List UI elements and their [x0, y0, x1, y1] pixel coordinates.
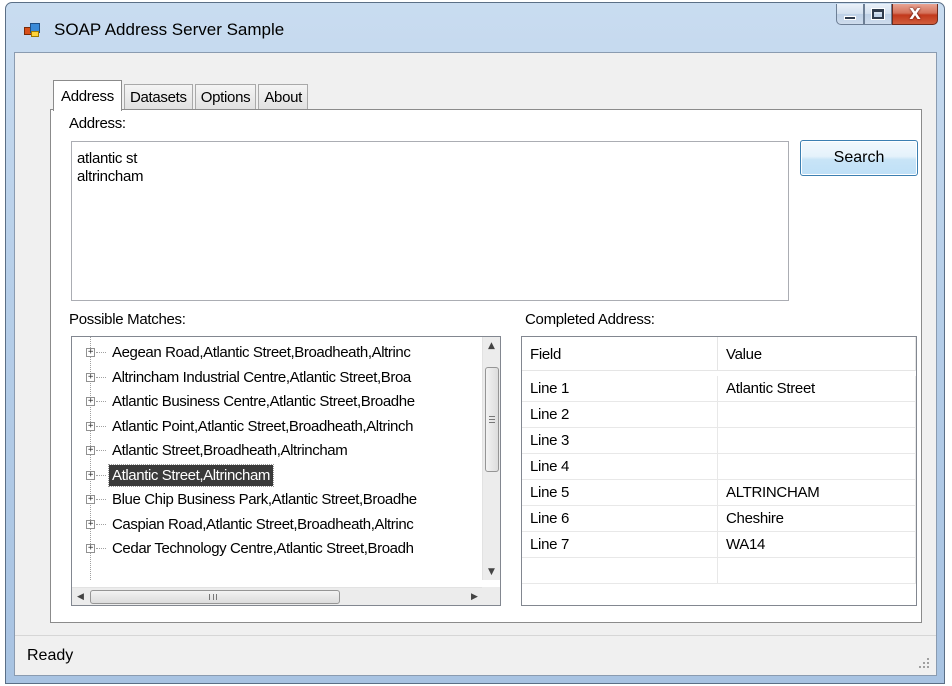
table-row[interactable]	[522, 558, 916, 584]
tree-connector	[96, 523, 106, 525]
client-area: Address Datasets Options About Address: …	[14, 52, 937, 676]
vertical-scroll-thumb[interactable]	[485, 367, 499, 472]
tab-strip: Address Datasets Options About	[53, 78, 310, 111]
field-cell[interactable]: Line 4	[522, 454, 718, 479]
field-cell[interactable]: Line 7	[522, 532, 718, 557]
vertical-scrollbar[interactable]: ▲ ▼	[482, 337, 500, 580]
tab-options[interactable]: Options	[194, 84, 257, 110]
value-cell[interactable]	[718, 428, 916, 453]
table-row[interactable]: Line 1 Atlantic Street	[522, 376, 916, 402]
tree-item-label: Aegean Road,Atlantic Street,Broadheath,A…	[112, 344, 411, 361]
address-label: Address:	[69, 115, 126, 132]
grid-header: Field Value	[522, 337, 916, 371]
tree-item-label: Caspian Road,Atlantic Street,Broadheath,…	[112, 515, 414, 533]
completed-address-grid[interactable]: Field Value Line 1 Atlantic Street Line 2L…	[521, 336, 917, 606]
table-row[interactable]: Line 3	[522, 428, 916, 454]
tab-about[interactable]: About	[258, 84, 309, 110]
expand-plus-icon[interactable]: +	[86, 519, 95, 529]
title-bar[interactable]: SOAP Address Server Sample X	[6, 3, 944, 53]
scroll-down-icon[interactable]: ▼	[483, 563, 500, 580]
value-cell[interactable]	[718, 558, 916, 583]
expand-plus-icon[interactable]: +	[86, 470, 95, 480]
tree-connector	[96, 401, 106, 402]
caption-buttons: X	[836, 4, 938, 26]
status-text: Ready	[27, 647, 74, 664]
horizontal-scroll-thumb[interactable]	[90, 590, 340, 604]
app-window: SOAP Address Server Sample X Address Dat…	[5, 2, 945, 684]
field-cell[interactable]: Line 3	[522, 428, 718, 453]
tree-item-label: Altrincham Industrial Centre,Atlantic St…	[112, 368, 411, 386]
possible-matches-label: Possible Matches:	[69, 311, 186, 328]
address-line: altrincham	[77, 168, 144, 185]
tab-datasets[interactable]: Datasets	[123, 84, 193, 110]
tree-item-label: Atlantic Street,Altrincham	[108, 463, 274, 487]
address-line: atlantic st	[77, 150, 138, 167]
minimize-button[interactable]	[836, 4, 864, 25]
tree-item-label: Atlantic Point,Atlantic Street,Broadheat…	[112, 417, 414, 435]
scroll-left-icon[interactable]: ◀	[72, 588, 89, 605]
value-cell[interactable]: Cheshire	[718, 506, 916, 531]
address-tab-page: Address: atlantic st altrincham Search P…	[50, 109, 922, 623]
table-row[interactable]: Line 7 WA14	[522, 532, 916, 558]
value-cell[interactable]: Atlantic Street	[718, 376, 916, 401]
expand-plus-icon[interactable]: +	[86, 544, 95, 553]
table-row[interactable]: Line 4	[522, 454, 916, 480]
tree-connector	[96, 548, 106, 549]
scroll-corner	[482, 587, 500, 605]
field-cell[interactable]	[522, 558, 718, 583]
expand-plus-icon[interactable]: +	[86, 495, 95, 504]
possible-matches-tree[interactable]: + Aegean Road,Atlantic Street,Broadheath,…	[71, 336, 501, 606]
search-button[interactable]: Search	[800, 140, 918, 176]
expand-plus-icon[interactable]: +	[86, 446, 95, 455]
value-cell[interactable]	[718, 454, 916, 479]
address-input[interactable]: atlantic st altrincham	[71, 141, 789, 301]
minimize-icon	[844, 16, 856, 20]
scroll-right-icon[interactable]: ▶	[466, 588, 483, 605]
table-row[interactable]: Line 2	[522, 402, 916, 428]
tree-item-label: Atlantic Business Centre,Atlantic Street…	[112, 393, 415, 410]
tree-item-label: Atlantic Street,Broadheath,Altrincham	[112, 442, 348, 459]
window-title: SOAP Address Server Sample	[54, 20, 285, 39]
tab-address[interactable]: Address	[53, 80, 122, 111]
maximize-icon	[871, 8, 885, 20]
tree-connector	[96, 474, 106, 476]
value-cell[interactable]: ALTRINCHAM	[718, 480, 916, 505]
tree-item-label: Cedar Technology Centre,Atlantic Street,…	[112, 540, 414, 557]
expand-plus-icon[interactable]: +	[86, 397, 95, 406]
value-cell[interactable]: WA14	[718, 532, 916, 557]
close-button[interactable]: X	[892, 4, 938, 25]
expand-plus-icon[interactable]: +	[86, 348, 95, 357]
field-cell[interactable]: Line 2	[522, 402, 718, 427]
tree-rows: + Aegean Road,Atlantic Street,Broadheath,…	[72, 337, 483, 580]
close-icon: X	[909, 5, 921, 23]
tree-connector	[96, 499, 106, 500]
table-row[interactable]: Line 6 Cheshire	[522, 506, 916, 532]
tree-connector	[96, 450, 106, 451]
status-bar: Ready	[15, 635, 936, 675]
expand-plus-icon[interactable]: +	[86, 372, 95, 382]
column-header-value[interactable]: Value	[718, 337, 916, 371]
expand-plus-icon[interactable]: +	[86, 421, 95, 431]
maximize-button[interactable]	[864, 4, 892, 25]
tree-connector	[96, 425, 106, 427]
tree-connector	[96, 352, 106, 353]
tree-connector	[96, 376, 106, 378]
field-cell[interactable]: Line 5	[522, 480, 718, 505]
field-cell[interactable]: Line 6	[522, 506, 718, 531]
tree-item-label: Blue Chip Business Park,Atlantic Street,…	[112, 491, 417, 508]
app-icon[interactable]	[24, 23, 40, 39]
value-cell[interactable]	[718, 402, 916, 427]
column-header-field[interactable]: Field	[522, 337, 718, 371]
scroll-up-icon[interactable]: ▲	[483, 337, 500, 354]
completed-address-label: Completed Address:	[525, 311, 655, 328]
resize-grip-icon[interactable]	[918, 657, 930, 669]
horizontal-scrollbar[interactable]: ◀ ▶	[72, 587, 483, 605]
field-cell[interactable]: Line 1	[522, 376, 718, 401]
table-row[interactable]: Line 5 ALTRINCHAM	[522, 480, 916, 506]
